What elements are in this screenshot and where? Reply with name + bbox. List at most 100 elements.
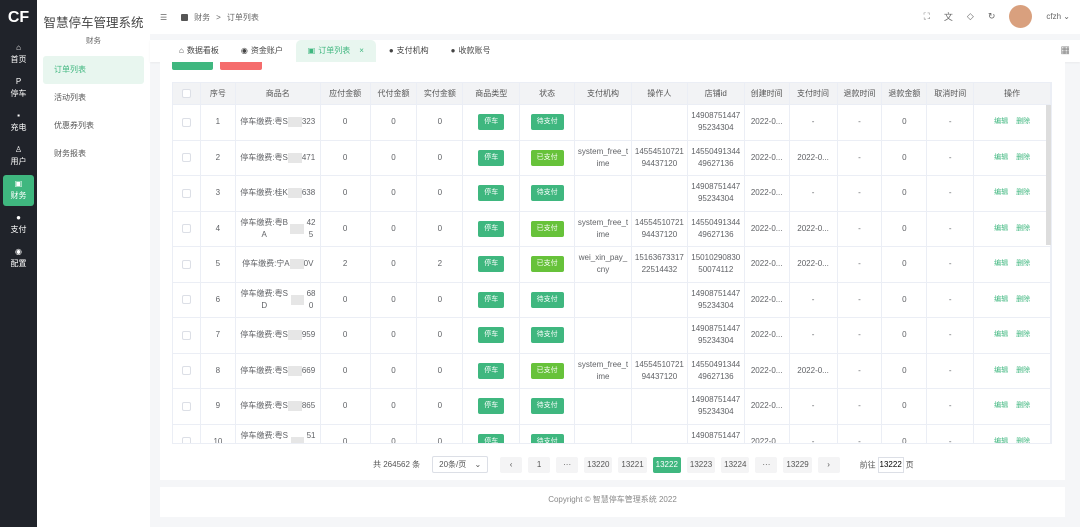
select-all-checkbox[interactable] <box>181 89 191 98</box>
page-button[interactable]: 13220 <box>584 456 613 473</box>
row-checkbox[interactable] <box>181 117 191 127</box>
page-button[interactable]: 13224 <box>721 456 750 473</box>
shop-id-cell: 1490875144795234304 <box>688 424 745 443</box>
row-index: 9 <box>215 401 221 411</box>
shop-id: 1490875144795234304 <box>691 324 741 346</box>
page-button[interactable]: 13223 <box>686 456 716 473</box>
tab-3[interactable]: ● 支付机构 <box>380 40 438 62</box>
edit-link[interactable]: 编辑 <box>994 258 1008 270</box>
tab-2[interactable]: ▣ 订单列表 × <box>295 40 376 62</box>
user-icon: ♙ <box>14 145 23 154</box>
edit-link[interactable]: 编辑 <box>994 187 1008 199</box>
delete-link[interactable]: 删除 <box>1016 223 1030 235</box>
tab-1[interactable]: ◉ 资金账户 <box>232 40 292 62</box>
select-cell <box>173 140 201 175</box>
row-checkbox[interactable] <box>181 437 191 443</box>
pay-time-cell: 2022-0... <box>790 140 838 175</box>
delete-link[interactable]: 删除 <box>1016 152 1030 164</box>
name-prefix: 停车缴费:粤S <box>240 117 288 127</box>
row-checkbox[interactable] <box>181 224 191 234</box>
avatar[interactable] <box>1009 5 1033 28</box>
more-pages-button[interactable]: ··· <box>556 456 579 473</box>
rail-item-label: 首页 <box>10 55 27 64</box>
fullscreen-icon[interactable]: ⛶ <box>924 11 930 22</box>
delete-link[interactable]: 删除 <box>1016 258 1030 270</box>
edit-link[interactable]: 编辑 <box>994 436 1008 443</box>
breadcrumb-item[interactable]: 财务 <box>194 12 210 23</box>
delete-link[interactable]: 删除 <box>1016 187 1030 199</box>
side-menu-item[interactable]: 订单列表 <box>43 56 144 84</box>
prev-page-button[interactable]: ‹ <box>500 456 523 473</box>
operator-cell <box>632 424 688 443</box>
breadcrumb: 财务 > 订单列表 <box>181 12 259 23</box>
rail-item-5[interactable]: ● 支付 <box>3 209 34 240</box>
row-checkbox[interactable] <box>181 330 191 340</box>
pay-time: - <box>811 330 815 340</box>
delete-link[interactable]: 删除 <box>1016 329 1030 341</box>
edit-link[interactable]: 编辑 <box>994 223 1008 235</box>
page-button[interactable]: 13222 <box>652 456 681 473</box>
rail-item-4[interactable]: ▣ 财务 <box>3 175 34 206</box>
row-checkbox[interactable] <box>181 153 191 163</box>
delete-link[interactable]: 删除 <box>1016 436 1030 443</box>
delete-link[interactable]: 删除 <box>1016 116 1030 128</box>
page-button[interactable]: 13221 <box>618 456 647 473</box>
refresh-icon[interactable]: ↻ <box>988 11 996 22</box>
tab-0[interactable]: ⌂ 数据看板 <box>170 40 228 62</box>
collapse-menu-icon[interactable]: ☰ <box>160 13 167 22</box>
side-menu-item[interactable]: 优惠券列表 <box>43 112 144 140</box>
refund-amount: 0 <box>902 401 907 411</box>
row-checkbox[interactable] <box>181 295 191 305</box>
operator-cell <box>632 389 688 424</box>
side-menu-item[interactable]: 活动列表 <box>43 84 144 112</box>
index-cell: 10 <box>201 424 236 443</box>
column-header[interactable] <box>173 83 201 104</box>
charge-icon: ▪ <box>17 111 20 120</box>
product-name-cell: 停车缴费:桂K 638 <box>236 176 321 211</box>
page-button[interactable]: 13229 <box>783 456 812 473</box>
rail-item-2[interactable]: ▪ 充电 <box>3 107 34 138</box>
edit-link[interactable]: 编辑 <box>994 152 1008 164</box>
page-size-select[interactable]: 20条/页 ⌄ <box>432 456 489 473</box>
rail-item-0[interactable]: ⌂ 首页 <box>3 39 34 70</box>
edit-link[interactable]: 编辑 <box>994 400 1008 412</box>
name-suffix: 959 <box>301 330 316 340</box>
delete-link[interactable]: 删除 <box>1016 294 1030 306</box>
next-page-button[interactable]: › <box>817 456 840 473</box>
row-checkbox[interactable] <box>181 366 191 376</box>
username: cfzh <box>1046 12 1062 21</box>
product-type-tag: 停车 <box>478 220 505 237</box>
delete-button[interactable] <box>220 62 262 70</box>
row-checkbox[interactable] <box>181 401 191 411</box>
due-cell: 0 <box>321 389 371 424</box>
goto-page-input[interactable] <box>877 456 904 473</box>
rail-item-3[interactable]: ♙ 用户 <box>3 141 34 172</box>
translate-icon[interactable]: 文 <box>944 10 953 23</box>
cancel-time: - <box>948 401 952 411</box>
user-menu[interactable]: cfzh ⌄ <box>1046 12 1070 21</box>
delete-link[interactable]: 删除 <box>1016 400 1030 412</box>
table-scrollbar[interactable] <box>1046 105 1051 245</box>
rail-item-6[interactable]: ◉ 配置 <box>3 243 34 274</box>
payment-org-cell <box>575 176 632 211</box>
rail-item-1[interactable]: P 停车 <box>3 73 34 104</box>
edit-link[interactable]: 编辑 <box>994 116 1008 128</box>
actions-cell: 编辑 删除 <box>974 282 1051 317</box>
refund-time: - <box>858 330 861 340</box>
row-checkbox[interactable] <box>181 259 191 269</box>
grid-menu-icon[interactable]: ▦ <box>1061 45 1070 56</box>
page-button[interactable]: 1 <box>528 456 551 473</box>
more-pages-button[interactable]: ··· <box>755 456 778 473</box>
add-button[interactable] <box>172 62 213 70</box>
edit-link[interactable]: 编辑 <box>994 294 1008 306</box>
due-amount: 0 <box>342 365 348 375</box>
delete-link[interactable]: 删除 <box>1016 365 1030 377</box>
side-menu-item[interactable]: 财务报表 <box>43 140 144 168</box>
row-checkbox[interactable] <box>181 188 191 198</box>
theme-icon[interactable]: ◇ <box>967 11 974 22</box>
edit-link[interactable]: 编辑 <box>994 365 1008 377</box>
close-icon[interactable]: × <box>359 40 364 62</box>
edit-link[interactable]: 编辑 <box>994 329 1008 341</box>
refund-time: - <box>858 401 861 411</box>
tab-4[interactable]: ● 收款账号 <box>442 40 500 62</box>
